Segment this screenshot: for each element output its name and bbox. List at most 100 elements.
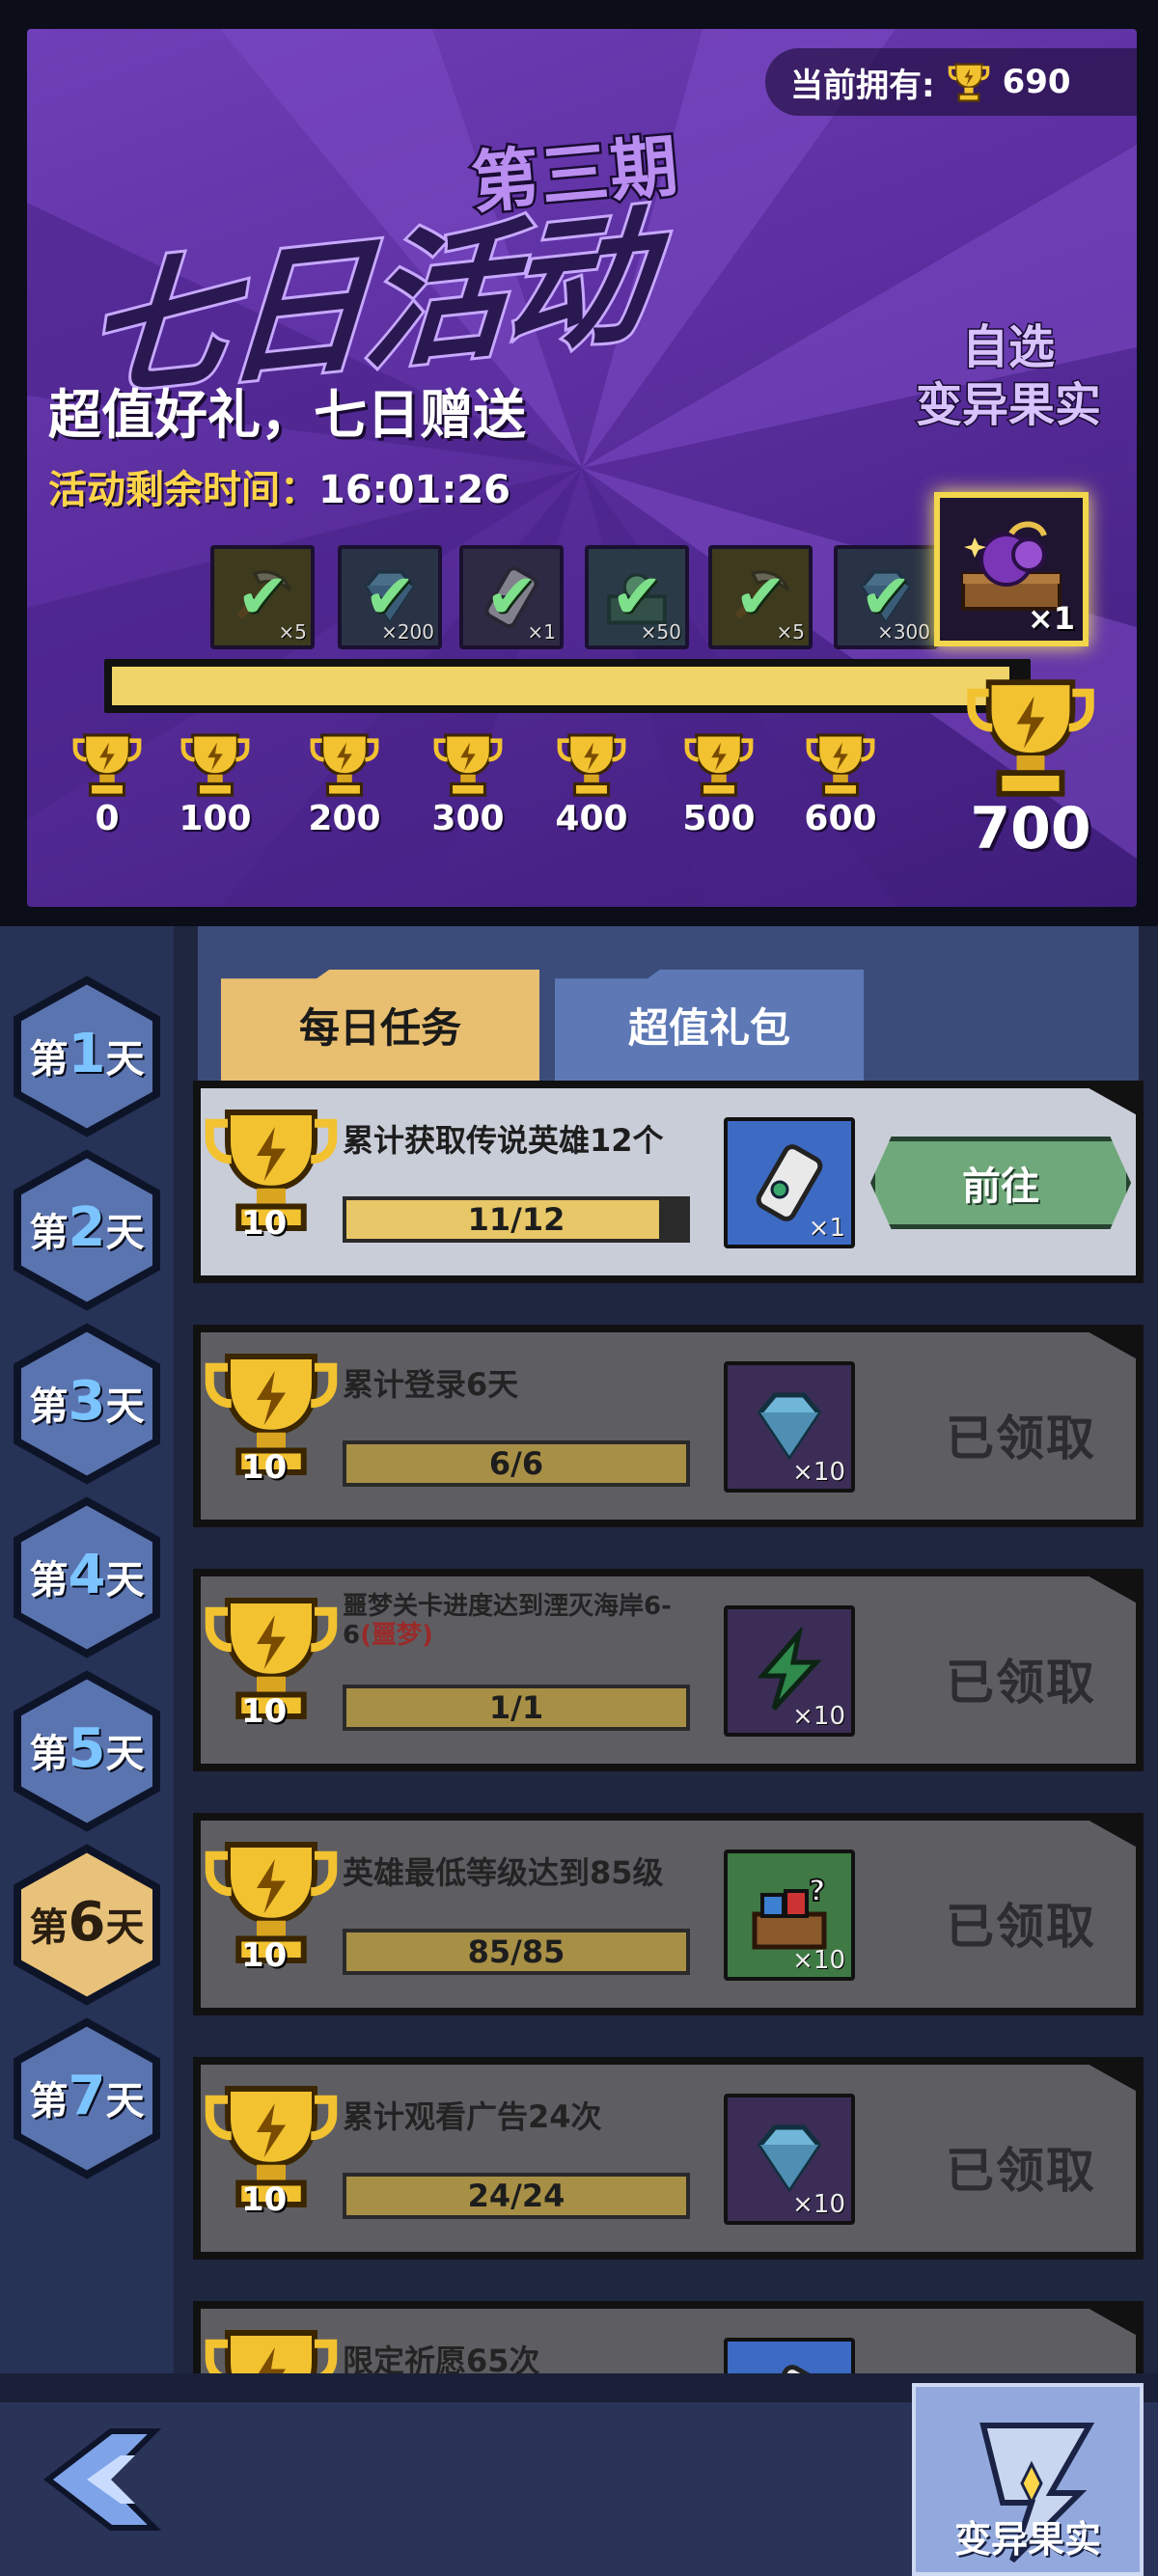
milestone-marker: 200 (301, 731, 388, 838)
day-tab-1[interactable]: 第1天 (10, 974, 164, 1138)
svg-text:?: ? (809, 1875, 825, 1908)
milestone-reward-box[interactable]: ✔ ×300 (834, 545, 938, 649)
milestone-value: 100 (179, 799, 252, 838)
task-panel: 第1天第2天第3天第4天第5天第6天第7天 每日任务 超值礼包 10 累计获取传说… (0, 926, 1158, 2576)
countdown-timer: 活动剩余时间：16:01:26 (48, 458, 510, 514)
day-tab-5[interactable]: 第5天 (10, 1669, 164, 1833)
task-progress-text: 6/6 (488, 1445, 544, 1482)
milestone-marker: 100 (172, 731, 259, 838)
task-progress-text: 11/12 (467, 1201, 565, 1238)
event-banner: 当前拥有: 690 第三期 七日活动 超值好礼，七日赠送 活动剩余时间：16:0… (27, 29, 1137, 907)
milestone-marker: 0 (64, 731, 151, 838)
day-label: 第2天 (29, 1196, 145, 1259)
task-reward-item[interactable]: ×10 (724, 2094, 855, 2225)
milestone-marker: 500 (676, 731, 762, 838)
owned-trophies: 当前拥有: 690 (765, 48, 1137, 116)
day-tab-7[interactable]: 第7天 (10, 2016, 164, 2180)
milestone-reward-count: ×5 (776, 620, 805, 644)
select-label-line2: 变异果实 (914, 377, 1102, 434)
trophy-icon (806, 733, 875, 797)
tab-value-packs[interactable]: 超值礼包 (555, 970, 864, 1081)
final-reward-box[interactable]: ×1 (934, 492, 1089, 646)
milestone-reward-count: ×50 (640, 620, 681, 644)
milestone-value: 200 (308, 799, 381, 838)
back-icon[interactable] (29, 2412, 174, 2547)
task-points-value: 10 (241, 1204, 288, 1243)
day-tab-4[interactable]: 第4天 (10, 1495, 164, 1659)
milestone-reward-box[interactable]: ✔ ×5 (708, 545, 813, 649)
event-button-label: 变异果实 (953, 2518, 1101, 2561)
milestone-marker: 600 (797, 731, 884, 838)
trophy-icon (310, 733, 379, 797)
task-reward-item[interactable]: ×10 (724, 1361, 855, 1493)
milestone-reward-count: ×200 (381, 620, 434, 644)
task-progress-bar: 1/1 (343, 1685, 690, 1731)
task-points: 10 (199, 1342, 344, 1496)
day-label: 第1天 (29, 1023, 145, 1085)
task-row: 10 累计获取传说英雄12个 11/12 ×1 前往 (193, 1081, 1144, 1283)
task-tabs: 每日任务 超值礼包 (198, 926, 1139, 1081)
task-name: 累计获取传说英雄12个 (343, 1122, 664, 1159)
milestone-reward-box[interactable]: ✔ ×1 (459, 545, 564, 649)
task-reward-count: ×10 (792, 2190, 845, 2219)
task-name: 噩梦关卡进度达到湮灭海岸6-6(噩梦) (343, 1592, 672, 1650)
task-row: 10 英雄最低等级达到85级 85/85? ×10 已领取 (193, 1813, 1144, 2015)
day-label: 第3天 (29, 1370, 145, 1433)
task-points-value: 10 (241, 1936, 288, 1975)
task-reward-count: ×10 (792, 1458, 845, 1487)
claimed-label: 已领取 (946, 1899, 1096, 1955)
task-row: 10 噩梦关卡进度达到湮灭海岸6-6(噩梦) 1/1 ×10 已领取 (193, 1569, 1144, 1771)
task-progress-bar: 6/6 (343, 1440, 690, 1487)
task-name: 累计登录6天 (343, 1366, 519, 1403)
trophy-progress-bar (104, 659, 1031, 713)
task-reward-item[interactable]: ? ×10 (724, 1850, 855, 1981)
milestone-marker: 300 (425, 731, 511, 838)
milestone-value: 500 (682, 799, 756, 838)
milestone-reward-count: ×300 (877, 620, 930, 644)
milestone-value: 0 (95, 799, 120, 838)
task-reward-count: ×10 (792, 1702, 845, 1731)
fruit-event-button[interactable]: 三期 变异果实 (912, 2383, 1144, 2576)
task-reward-count: ×10 (792, 1946, 845, 1975)
tab-daily-tasks[interactable]: 每日任务 (221, 970, 539, 1081)
final-milestone: 700 (953, 675, 1108, 863)
timer-value: 16:01:26 (318, 468, 510, 512)
claimed-label: 已领取 (946, 1655, 1096, 1711)
milestone-reward-box[interactable]: ✔ ×50 (585, 545, 689, 649)
task-reward-item[interactable]: ×1 (724, 1117, 855, 1248)
day-tab-3[interactable]: 第3天 (10, 1322, 164, 1486)
task-row: 10 累计观看广告24次 24/24 ×10 已领取 (193, 2057, 1144, 2260)
task-reward-item[interactable]: ×10 (724, 1605, 855, 1737)
day-tab-2[interactable]: 第2天 (10, 1148, 164, 1312)
day-label: 第4天 (29, 1544, 145, 1606)
trophy-icon (557, 733, 626, 797)
task-points-value: 10 (241, 1448, 288, 1487)
trophy-icon (180, 733, 250, 797)
day-label: 第5天 (29, 1717, 145, 1780)
select-label-line1: 自选 (960, 319, 1056, 376)
task-row: 10 累计登录6天 6/6 ×10 已领取 (193, 1325, 1144, 1527)
task-points: 10 (199, 1098, 344, 1252)
milestone-reward-box[interactable]: ✔ ×200 (338, 545, 442, 649)
day-label: 第7天 (29, 2065, 145, 2127)
milestone-value: 600 (804, 799, 877, 838)
task-progress-bar: 24/24 (343, 2173, 690, 2219)
day-label: 第6天 (29, 1891, 145, 1954)
task-points-value: 10 (241, 2180, 288, 2219)
day-tab-6[interactable]: 第6天 (10, 1843, 164, 2007)
milestone-marker: 400 (548, 731, 635, 838)
milestone-reward-box[interactable]: ✔ ×5 (210, 545, 315, 649)
task-progress-bar: 85/85 (343, 1929, 690, 1975)
task-points: 10 (199, 1830, 344, 1985)
milestone-reward-count: ×1 (527, 620, 556, 644)
timer-label: 活动剩余时间： (48, 468, 318, 512)
task-points: 10 (199, 1586, 344, 1740)
owned-label: 当前拥有: (790, 66, 935, 105)
final-reward-count: ×1 (1027, 600, 1075, 637)
task-reward-count: ×1 (808, 1214, 845, 1243)
event-subtitle: 超值好礼，七日赠送 (48, 384, 527, 446)
go-button[interactable]: 前往 (870, 1137, 1131, 1229)
event-title-logo: 第三期 七日活动 (66, 77, 760, 424)
claimed-label: 已领取 (946, 1411, 1096, 1466)
task-name: 英雄最低等级达到85级 (343, 1854, 664, 1891)
